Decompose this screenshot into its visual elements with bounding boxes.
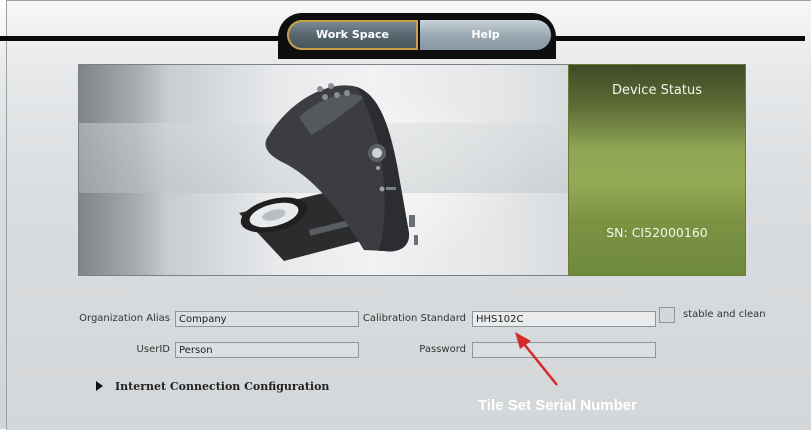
- organization-alias-input[interactable]: [176, 312, 358, 327]
- expand-arrow-icon: [96, 381, 103, 391]
- userid-input[interactable]: [176, 343, 358, 358]
- password-label: Password: [419, 344, 466, 355]
- calibration-standard-field[interactable]: [472, 311, 656, 327]
- organization-alias-field[interactable]: [175, 311, 359, 327]
- device-status-panel: Device Status SN: CI52000160: [568, 64, 746, 276]
- password-field[interactable]: [472, 342, 656, 358]
- spectrophotometer-image: [239, 83, 418, 261]
- stable-and-clean-label: stable and clean: [683, 309, 766, 320]
- calibration-standard-label: Calibration Standard: [362, 313, 466, 324]
- device-serial-number: SN: CI52000160: [606, 225, 708, 240]
- organization-alias-label: Organization Alias: [79, 313, 170, 324]
- tab-help[interactable]: Help: [420, 20, 551, 50]
- internet-connection-config-label: Internet Connection Configuration: [115, 380, 330, 393]
- calibration-standard-input[interactable]: [473, 312, 655, 327]
- device-image-panel: [78, 64, 570, 276]
- password-input[interactable]: [473, 343, 655, 358]
- tab-workspace[interactable]: Work Space: [287, 20, 418, 50]
- internet-connection-config-toggle[interactable]: Internet Connection Configuration: [96, 380, 329, 393]
- device-status-title: Device Status: [611, 83, 703, 98]
- top-rail-right: [540, 36, 805, 41]
- userid-field[interactable]: [175, 342, 359, 358]
- stable-and-clean-checkbox[interactable]: [659, 307, 675, 323]
- userid-label: UserID: [136, 344, 170, 355]
- top-rail-left: [0, 36, 286, 41]
- annotation-label: Tile Set Serial Number: [478, 397, 637, 414]
